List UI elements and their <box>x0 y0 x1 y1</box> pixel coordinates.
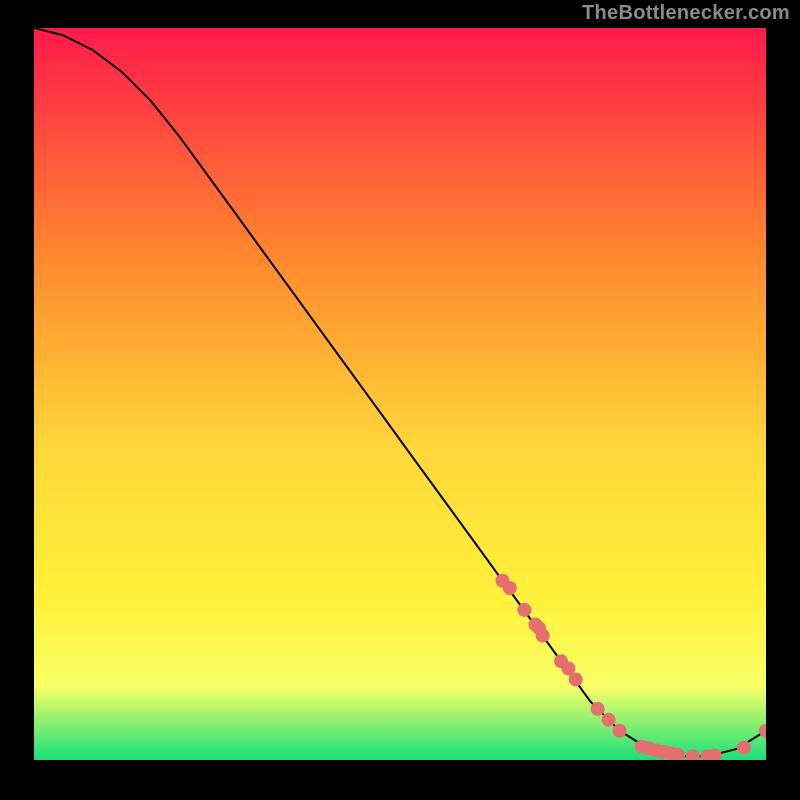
chart-svg <box>34 28 766 760</box>
gradient-plot <box>34 28 766 760</box>
watermark: TheBottlenecker.com <box>582 2 790 25</box>
data-point-marker <box>591 702 605 716</box>
data-point-marker <box>536 629 550 643</box>
chart-frame: TheBottlenecker.com <box>0 0 800 800</box>
gradient-background <box>34 28 766 760</box>
data-point-marker <box>602 713 616 727</box>
data-point-marker <box>517 603 531 617</box>
data-point-marker <box>613 724 627 738</box>
data-point-marker <box>737 741 751 755</box>
data-point-marker <box>569 673 583 687</box>
data-point-marker <box>503 581 517 595</box>
